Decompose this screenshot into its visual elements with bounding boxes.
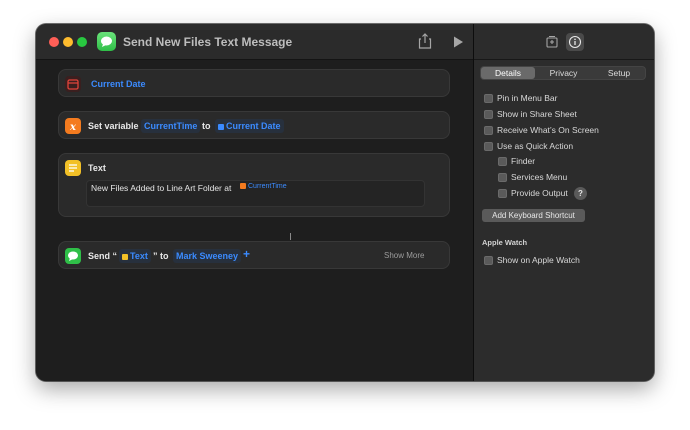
text-action-label: Text: [88, 163, 106, 173]
tab-privacy[interactable]: Privacy: [536, 67, 591, 79]
recipient-token[interactable]: Mark Sweeney: [173, 249, 242, 263]
send-label: Send “: [88, 251, 118, 261]
current-date-value-token[interactable]: Current Date: [215, 119, 284, 133]
action-current-date[interactable]: Current Date: [58, 69, 450, 97]
checkbox[interactable]: [498, 157, 507, 166]
text-icon: [65, 160, 81, 176]
checkbox[interactable]: [484, 142, 493, 151]
action-connector: [290, 233, 291, 240]
calendar-icon: [218, 124, 224, 130]
zoom-button[interactable]: [77, 37, 87, 47]
add-keyboard-shortcut-button[interactable]: Add Keyboard Shortcut: [482, 209, 585, 222]
tab-setup[interactable]: Setup: [592, 67, 646, 79]
calendar-icon: [65, 76, 81, 92]
play-icon[interactable]: [452, 35, 464, 49]
checkbox[interactable]: [484, 126, 493, 135]
details-panel: Details Privacy Setup Pin in Menu Bar Sh…: [474, 24, 654, 381]
shortcut-editor: Current Date x Set variable CurrentTime …: [36, 61, 473, 381]
option-label: Use as Quick Action: [497, 141, 574, 151]
text-icon: [122, 254, 128, 260]
variable-icon: x: [65, 118, 81, 134]
show-more-button[interactable]: Show More: [384, 251, 424, 260]
panel-tabs: Details Privacy Setup: [480, 66, 646, 80]
send-to-label: ” to: [153, 251, 169, 261]
variable-icon: [240, 183, 246, 189]
option-label: Pin in Menu Bar: [497, 93, 558, 103]
variable-name-token[interactable]: CurrentTime: [141, 119, 201, 133]
current-date-value-label: Current Date: [226, 121, 281, 131]
help-button[interactable]: ?: [574, 187, 587, 200]
text-token[interactable]: Text: [119, 249, 151, 263]
messages-icon: [97, 32, 116, 51]
option-label: Show in Share Sheet: [497, 109, 577, 119]
checkbox[interactable]: [484, 256, 493, 265]
text-body: New Files Added to Line Art Folder at: [91, 183, 232, 193]
text-token-label: Text: [130, 251, 148, 261]
shortcuts-window: Send New Files Text Message Current Date…: [36, 24, 654, 381]
set-variable-label: Set variable: [88, 121, 139, 131]
checkbox[interactable]: [484, 94, 493, 103]
option-label: Provide Output: [511, 188, 568, 198]
apple-watch-heading: Apple Watch: [482, 238, 528, 247]
window-title: Send New Files Text Message: [123, 35, 293, 49]
checkbox[interactable]: [498, 173, 507, 182]
action-set-variable[interactable]: x Set variable CurrentTime to Current Da…: [58, 111, 450, 139]
title-bar: Send New Files Text Message: [36, 24, 473, 60]
option-label: Services Menu: [511, 172, 568, 182]
action-text[interactable]: Text New Files Added to Line Art Folder …: [58, 153, 450, 217]
checkbox[interactable]: [498, 189, 507, 198]
option-label: Finder: [511, 156, 536, 166]
panel-toolbar: [474, 24, 654, 60]
current-date-token[interactable]: Current Date: [88, 77, 149, 91]
action-send-message[interactable]: Send “ Text ” to Mark Sweeney + Show Mor…: [58, 241, 450, 269]
option-label: Receive What’s On Screen: [497, 125, 599, 135]
messages-icon: [65, 248, 81, 264]
close-button[interactable]: [49, 37, 59, 47]
current-time-label: CurrentTime: [248, 183, 287, 190]
text-input[interactable]: New Files Added to Line Art Folder at Cu…: [86, 180, 425, 207]
minimize-button[interactable]: [63, 37, 73, 47]
tab-details[interactable]: Details: [481, 67, 535, 79]
checkbox[interactable]: [484, 110, 493, 119]
svg-text:x: x: [69, 122, 77, 133]
add-recipient-button[interactable]: +: [243, 247, 250, 261]
current-time-variable[interactable]: CurrentTime: [240, 183, 287, 190]
info-icon[interactable]: [566, 33, 584, 51]
option-label: Show on Apple Watch: [497, 255, 580, 265]
to-label: to: [202, 121, 211, 131]
library-icon[interactable]: [543, 33, 561, 51]
share-icon[interactable]: [418, 33, 432, 49]
